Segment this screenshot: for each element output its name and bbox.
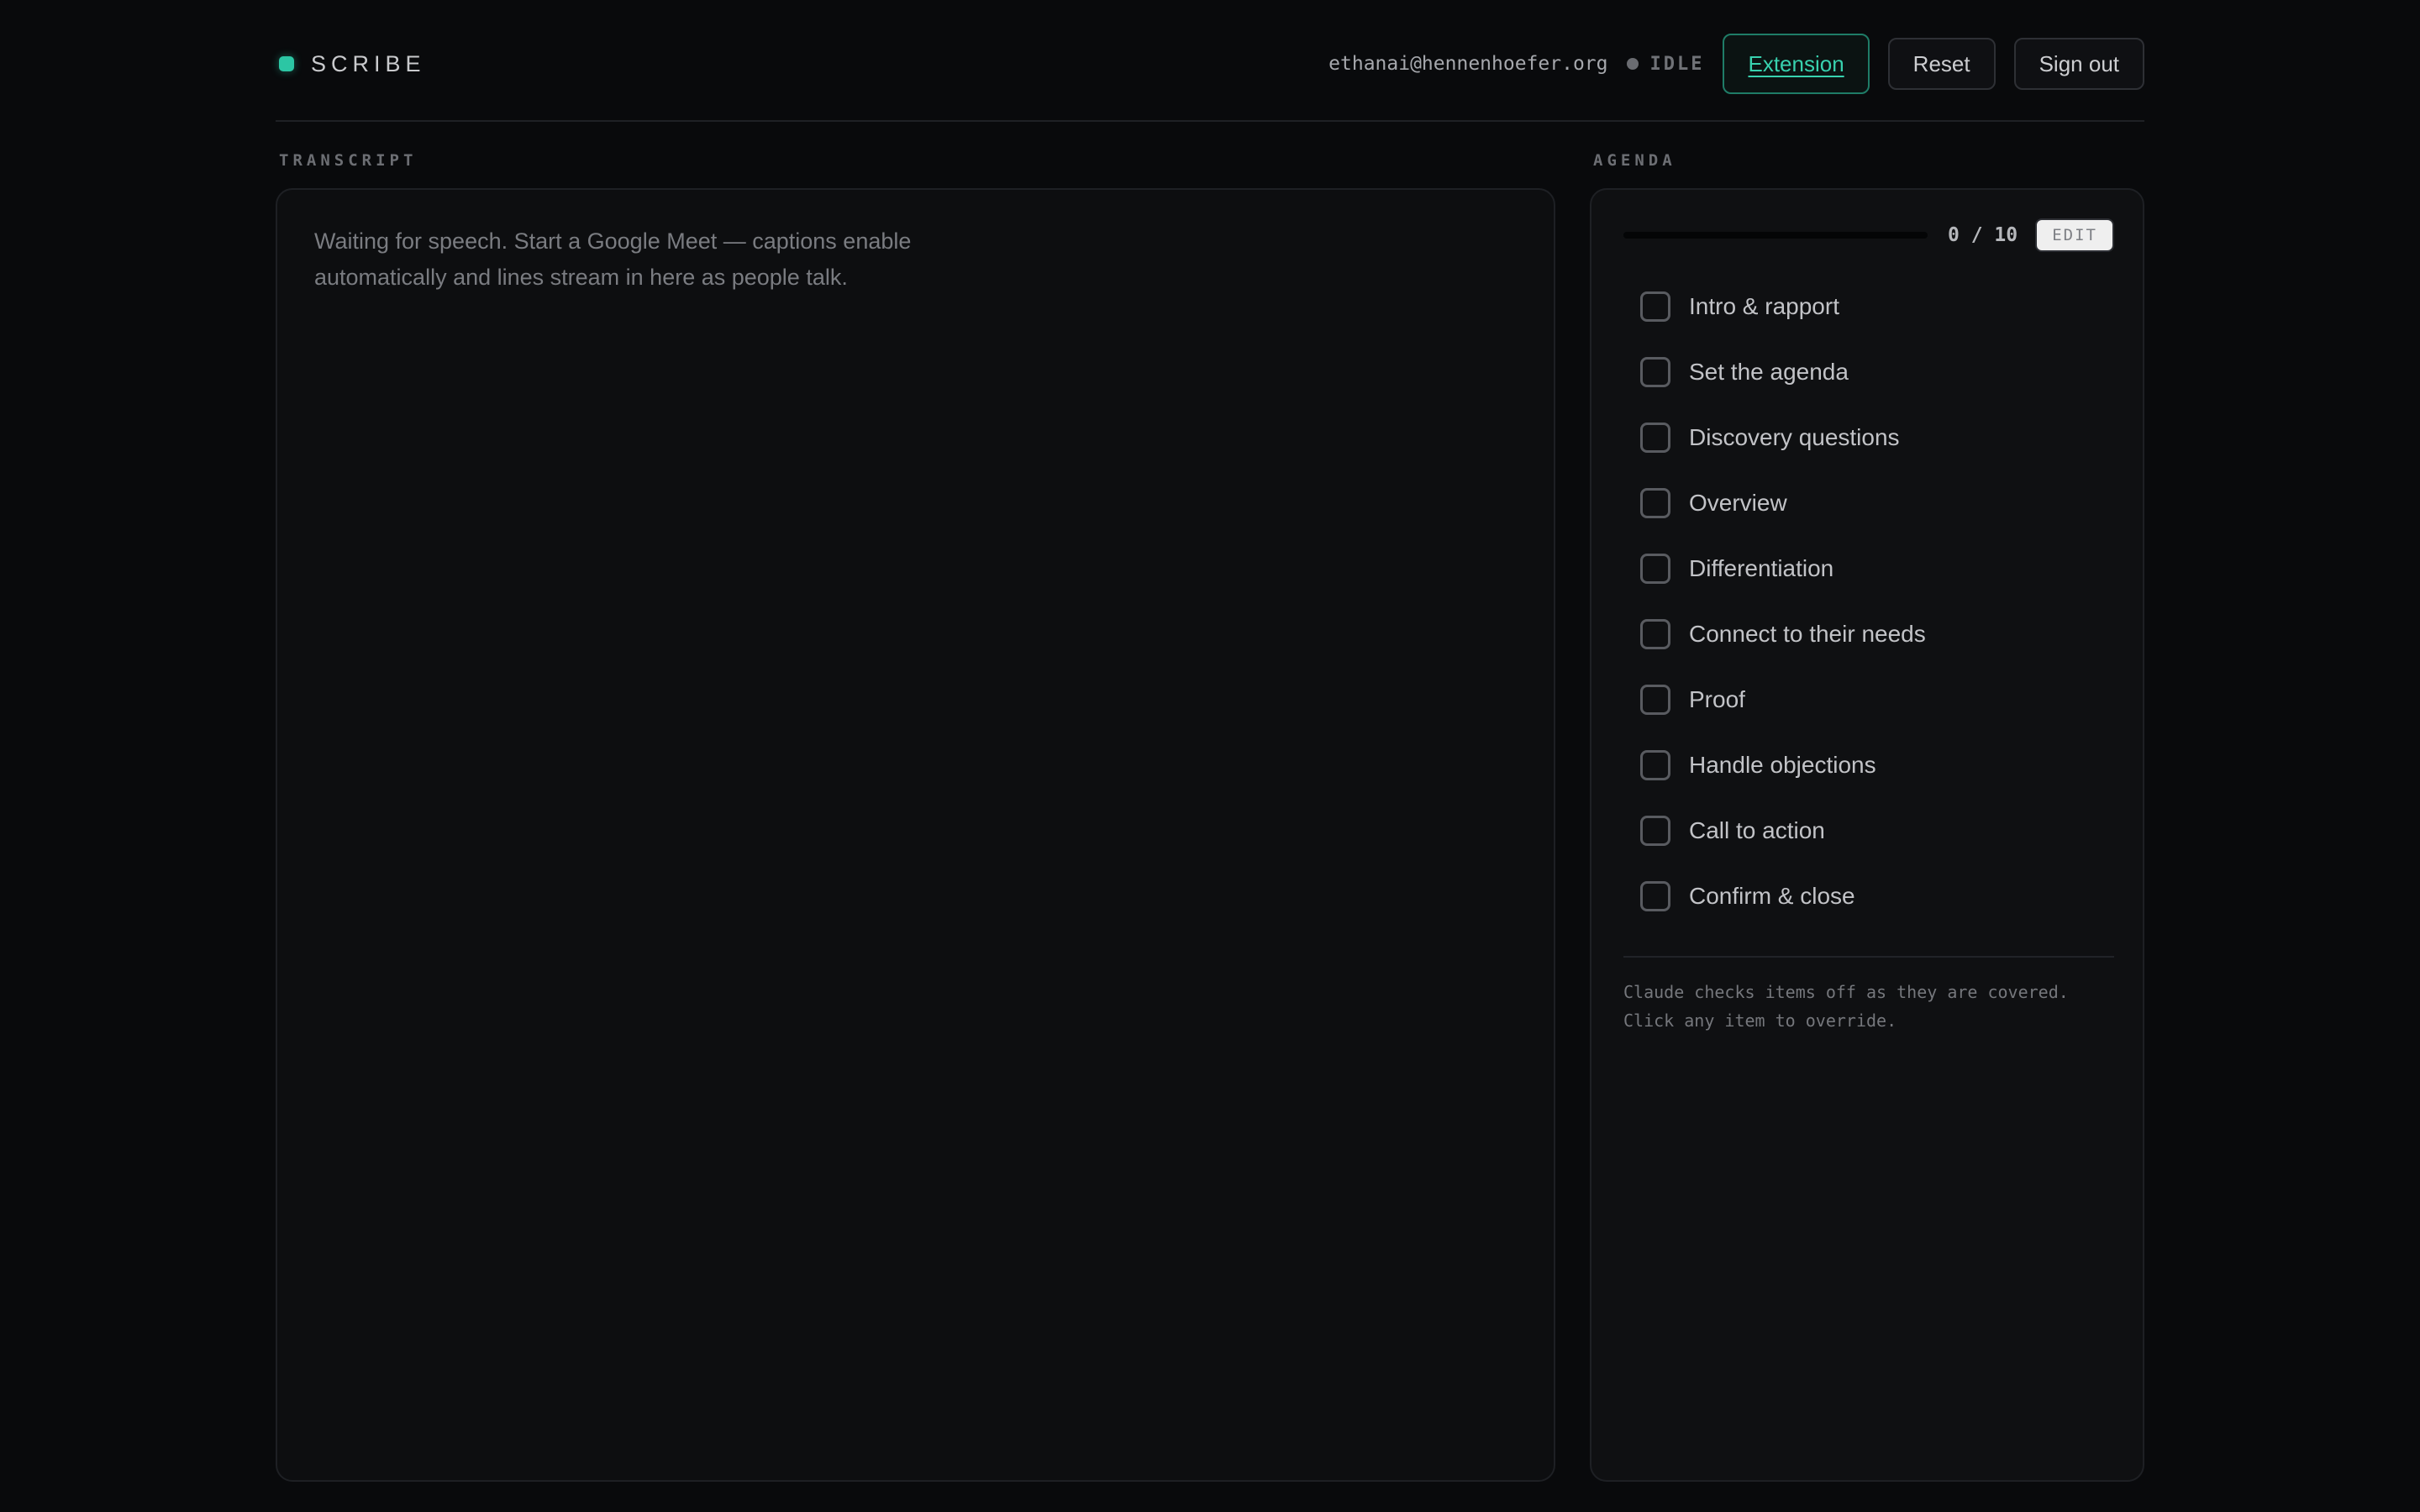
agenda-item[interactable]: Handle objections — [1623, 732, 2114, 798]
agenda-item-label: Confirm & close — [1689, 883, 1855, 909]
agenda-item-label: Connect to their needs — [1689, 621, 1926, 647]
sign-out-button[interactable]: Sign out — [2013, 38, 2144, 90]
agenda-item-label: Set the agenda — [1689, 359, 1849, 385]
agenda-panel: 0 / 10 EDIT Intro & rapport Set the agen… — [1590, 188, 2144, 1482]
brand: SCRIBE — [279, 49, 426, 79]
agenda-help-text: Claude checks items off as they are cove… — [1623, 982, 2069, 1031]
checkbox-icon[interactable] — [1640, 750, 1670, 780]
agenda-item-label: Proof — [1689, 686, 1745, 712]
agenda-item[interactable]: Confirm & close — [1623, 864, 2114, 929]
extension-link[interactable]: Extension — [1723, 34, 1870, 94]
agenda-item[interactable]: Set the agenda — [1623, 339, 2114, 405]
agenda-item[interactable]: Call to action — [1623, 798, 2114, 864]
reset-button[interactable]: Reset — [1887, 38, 1996, 90]
agenda-item-label: Handle objections — [1689, 752, 1876, 778]
agenda-list: Intro & rapport Set the agenda Discovery… — [1623, 274, 2114, 929]
checkbox-icon[interactable] — [1640, 881, 1670, 911]
agenda-item[interactable]: Overview — [1623, 470, 2114, 536]
agenda-item[interactable]: Proof — [1623, 667, 2114, 732]
progress-bar — [1623, 232, 1928, 239]
brand-logo-icon — [279, 56, 294, 71]
checkbox-icon[interactable] — [1640, 357, 1670, 387]
transcript-placeholder: Waiting for speech. Start a Google Meet … — [314, 228, 912, 290]
agenda-item[interactable]: Connect to their needs — [1623, 601, 2114, 667]
header-actions: ethanai@hennenhoefer.org IDLE Extension … — [1328, 34, 2144, 94]
transcript-panel[interactable]: Waiting for speech. Start a Google Meet … — [276, 188, 1555, 1482]
status-badge: IDLE — [1649, 53, 1705, 75]
agenda-heading: AGENDA — [1593, 151, 1676, 170]
agenda-item[interactable]: Intro & rapport — [1623, 274, 2114, 339]
agenda-item[interactable]: Differentiation — [1623, 536, 2114, 601]
agenda-item-label: Overview — [1689, 490, 1787, 516]
agenda-item[interactable]: Discovery questions — [1623, 405, 2114, 470]
agenda-item-label: Intro & rapport — [1689, 293, 1839, 319]
checkbox-icon[interactable] — [1640, 685, 1670, 715]
checkbox-icon[interactable] — [1640, 554, 1670, 584]
checkbox-icon[interactable] — [1640, 816, 1670, 846]
agenda-progress: 0 / 10 EDIT — [1623, 218, 2114, 252]
app-root: SCRIBE ethanai@hennenhoefer.org IDLE Ext… — [276, 0, 2144, 1512]
top-bar: SCRIBE ethanai@hennenhoefer.org IDLE Ext… — [276, 0, 2144, 122]
progress-count: 0 / 10 — [1948, 224, 2018, 246]
agenda-item-label: Call to action — [1689, 817, 1825, 843]
agenda-divider — [1623, 956, 2114, 958]
edit-agenda-button[interactable]: EDIT — [2035, 218, 2114, 252]
status-dot-icon — [1626, 58, 1639, 70]
checkbox-icon[interactable] — [1640, 423, 1670, 453]
agenda-item-label: Discovery questions — [1689, 424, 1900, 450]
transcript-heading: TRANSCRIPT — [279, 151, 418, 170]
user-email: ethanai@hennenhoefer.org — [1328, 53, 1608, 75]
checkbox-icon[interactable] — [1640, 291, 1670, 322]
agenda-item-label: Differentiation — [1689, 555, 1834, 581]
checkbox-icon[interactable] — [1640, 619, 1670, 649]
brand-name: SCRIBE — [311, 50, 426, 76]
checkbox-icon[interactable] — [1640, 488, 1670, 518]
